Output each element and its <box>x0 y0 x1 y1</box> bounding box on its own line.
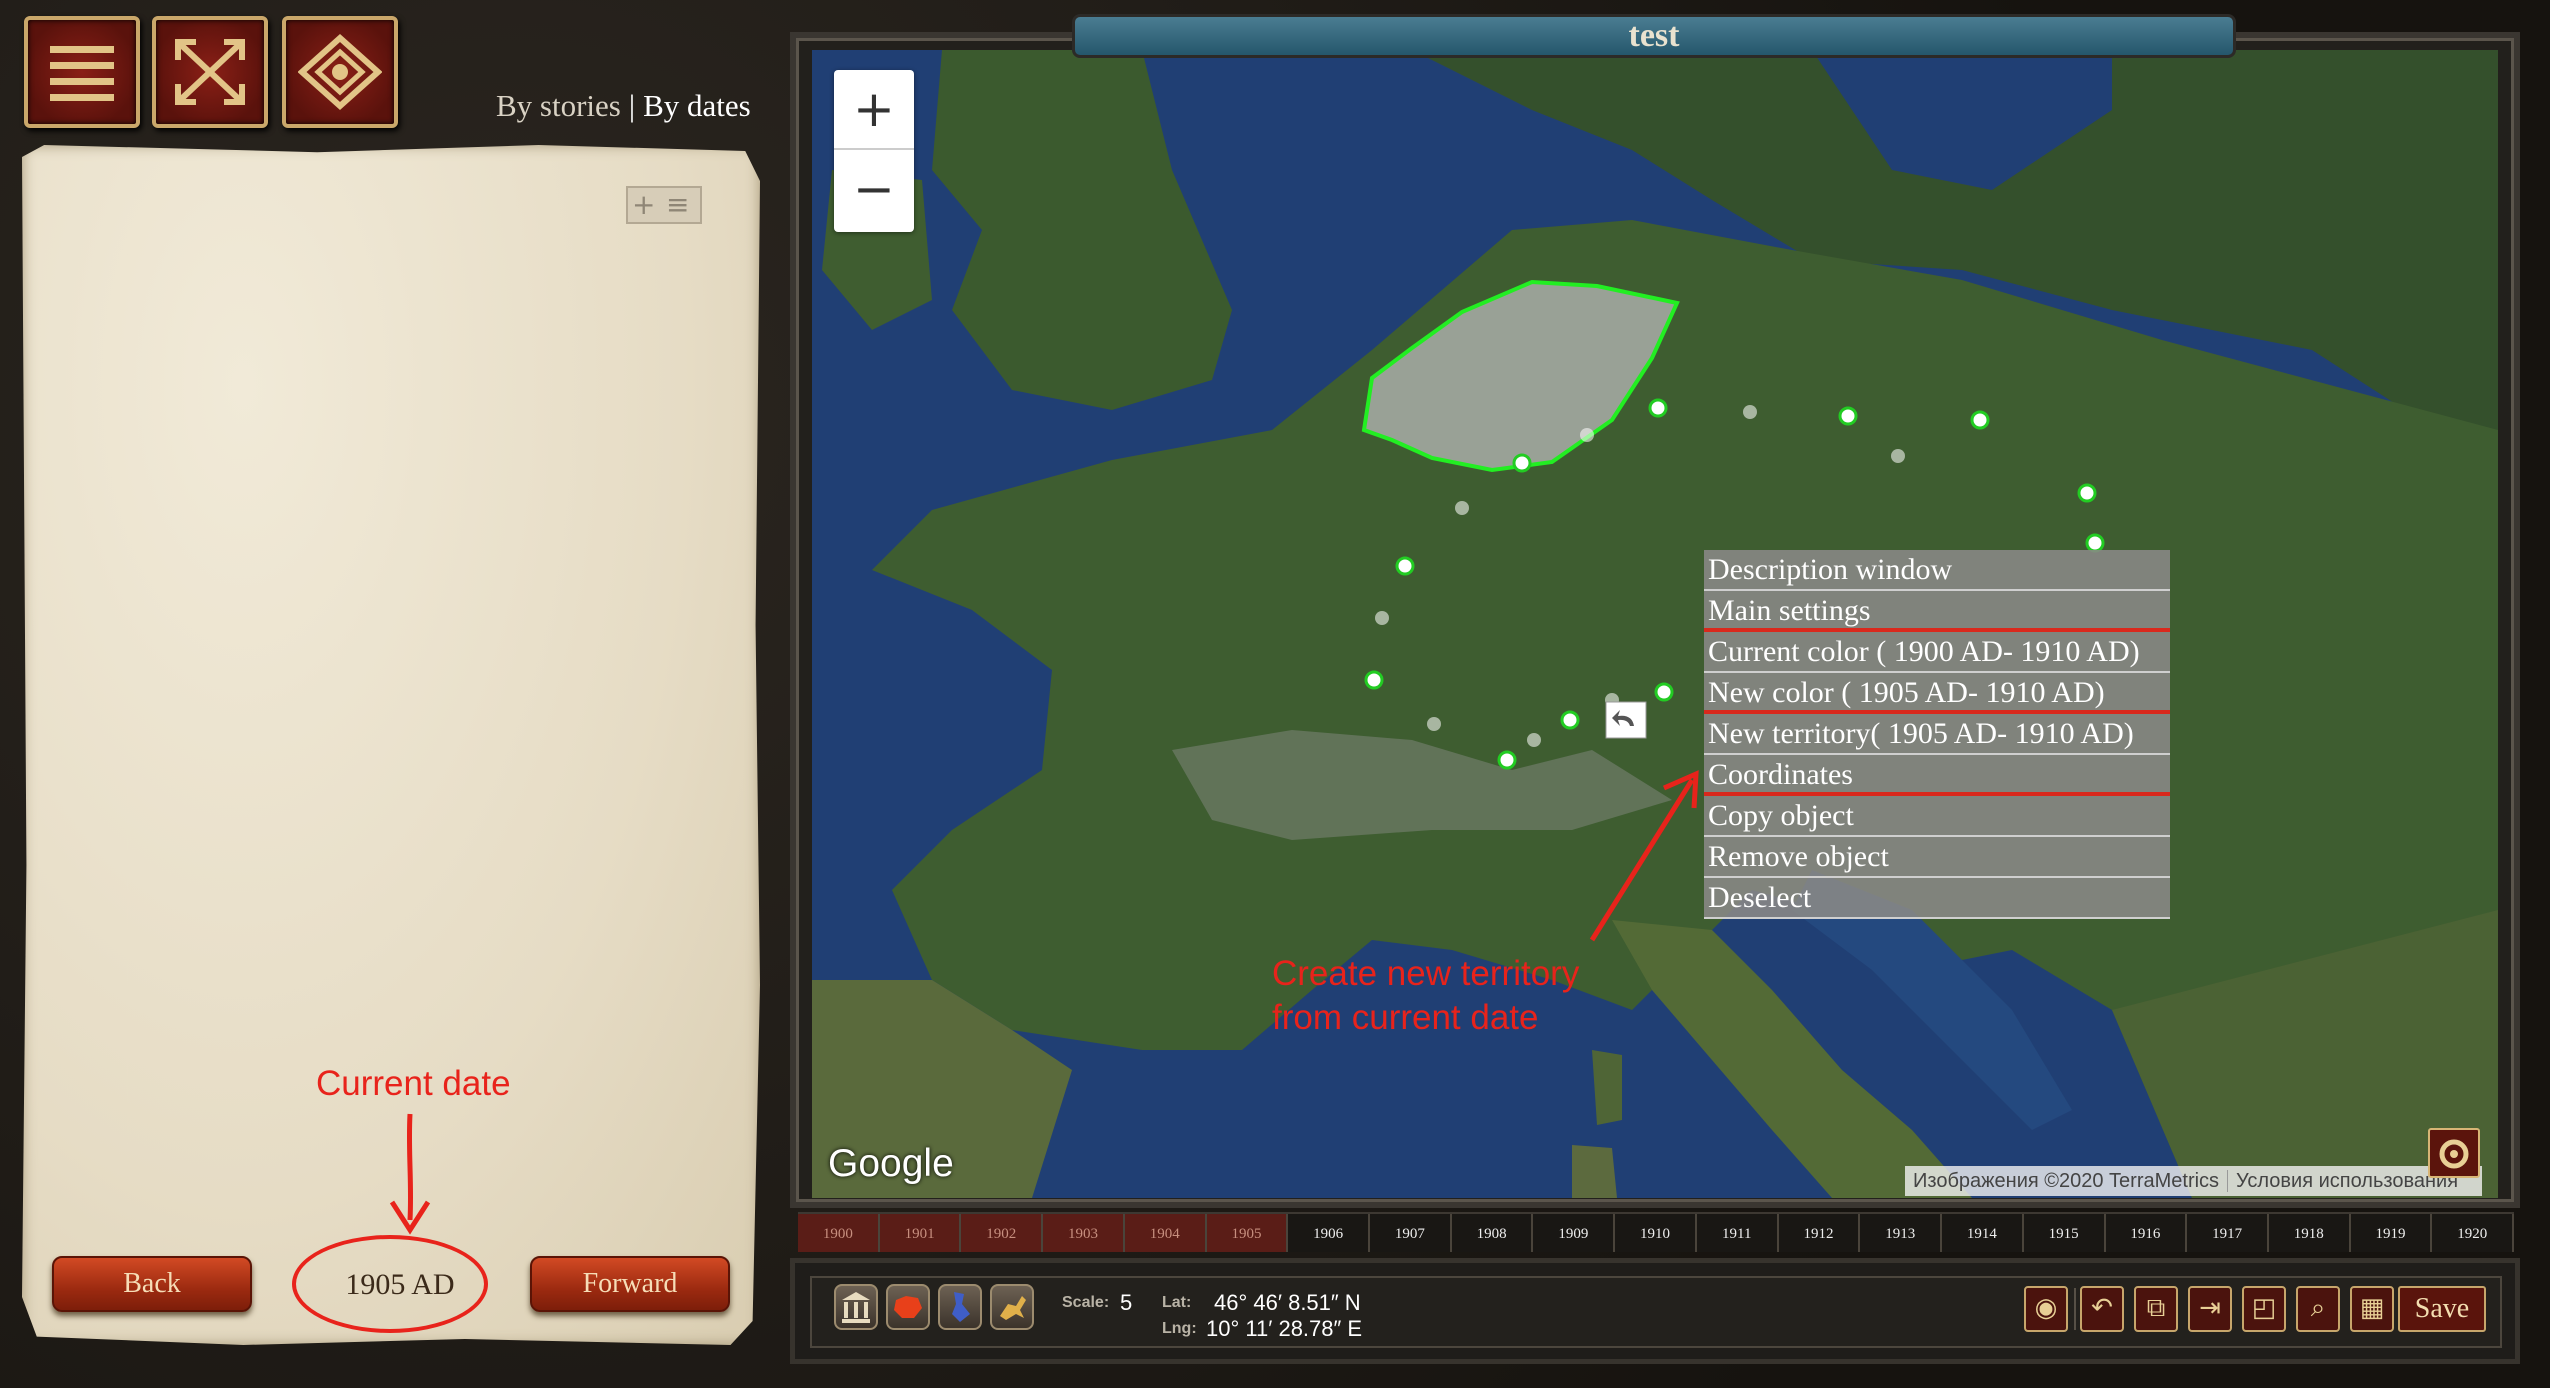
scale-label: Scale: <box>1062 1294 1110 1311</box>
undo-icon[interactable]: ↶ <box>2080 1286 2124 1332</box>
target-icon[interactable]: ◉ <box>2024 1286 2068 1332</box>
back-button[interactable]: Back <box>52 1256 252 1312</box>
menu-item-new-territory[interactable]: New territory( 1905 AD- 1910 AD) <box>1704 714 2170 755</box>
import-icon[interactable]: ⇥ <box>2188 1286 2232 1332</box>
map-settings-button[interactable] <box>2428 1128 2480 1178</box>
museum-icon[interactable] <box>834 1284 878 1330</box>
timeline-year[interactable]: 1902 <box>961 1214 1044 1252</box>
timeline-year[interactable]: 1908 <box>1452 1214 1534 1252</box>
annotation-date-circle <box>292 1235 488 1333</box>
google-logo: Google <box>828 1142 954 1185</box>
zoom-control: + − <box>834 70 914 232</box>
territory-polygon-layer[interactable] <box>812 50 2498 1198</box>
menu-item-description-window[interactable]: Description window <box>1704 550 2170 591</box>
annotation-new-territory: Create new territory from current date <box>1272 952 1579 1040</box>
menu-item-remove-object[interactable]: Remove object <box>1704 837 2170 878</box>
eye-icon <box>298 33 382 111</box>
timeline-year[interactable]: 1906 <box>1288 1214 1371 1252</box>
toolbar-separator <box>2074 1288 2076 1330</box>
by-stories-link[interactable]: By stories <box>496 88 621 123</box>
timeline-year[interactable]: 1905 <box>1206 1214 1289 1252</box>
map-attribution: Изображения ©2020 TerraMetrics Условия ис… <box>1905 1166 2482 1196</box>
timeline-year[interactable]: 1915 <box>2024 1214 2106 1252</box>
annotation-current-date: Current date <box>316 1064 511 1103</box>
menu-item-copy-object[interactable]: Copy object <box>1704 796 2170 837</box>
annotation-arrow-down <box>389 1113 431 1235</box>
menu-item-deselect[interactable]: Deselect <box>1704 878 2170 919</box>
menu-icon <box>50 46 114 101</box>
fullscreen-button[interactable] <box>152 16 268 128</box>
territory-icon[interactable] <box>886 1284 930 1330</box>
timeline-year[interactable]: 1911 <box>1697 1214 1779 1252</box>
battle-icon[interactable] <box>990 1284 1034 1330</box>
timeline-year[interactable]: 1910 <box>1615 1214 1697 1252</box>
timeline-year[interactable]: 1917 <box>2187 1214 2269 1252</box>
menu-item-new-color[interactable]: New color ( 1905 AD- 1910 AD) <box>1704 673 2170 714</box>
frame-icon[interactable]: ◰ <box>2242 1286 2286 1332</box>
timeline-year[interactable]: 1919 <box>2351 1214 2433 1252</box>
gear-icon <box>2439 1139 2469 1169</box>
timeline: 1900 1901 1902 1903 1904 1905 1906 1907 1908 1909… <box>798 1212 2515 1252</box>
timeline-year[interactable]: 1914 <box>1942 1214 2024 1252</box>
grid-icon[interactable]: ▦ <box>2350 1286 2394 1332</box>
lat-value: 46° 46′ 8.51″ N <box>1214 1290 1361 1315</box>
lat-label: Lat: <box>1162 1294 1192 1311</box>
timeline-year[interactable]: 1912 <box>1779 1214 1861 1252</box>
lng-label: Lng: <box>1162 1320 1197 1337</box>
timeline-year[interactable]: 1918 <box>2269 1214 2351 1252</box>
map-canvas[interactable] <box>812 50 2498 1198</box>
context-menu: Description window Main settings Current… <box>1704 550 2170 919</box>
menu-item-coordinates[interactable]: Coordinates <box>1704 755 2170 796</box>
by-dates-link[interactable]: By dates <box>643 88 751 123</box>
zoom-in-button[interactable]: + <box>834 70 914 150</box>
zoom-out-button[interactable]: − <box>834 150 914 230</box>
timeline-year[interactable]: 1907 <box>1370 1214 1452 1252</box>
undo-vertex-icon[interactable] <box>1605 701 1647 739</box>
search-icon[interactable]: ⌕ <box>2296 1286 2340 1332</box>
timeline-year[interactable]: 1900 <box>798 1214 880 1252</box>
timeline-year[interactable]: 1909 <box>1533 1214 1616 1252</box>
lng-value: 10° 11′ 28.78″ E <box>1206 1316 1363 1341</box>
menu-item-current-color[interactable]: Current color ( 1900 AD- 1910 AD) <box>1704 632 2170 673</box>
view-button[interactable] <box>282 16 398 128</box>
add-list-icon[interactable]: + ≡ <box>626 186 702 224</box>
layers-icon[interactable]: ⧉ <box>2134 1286 2178 1332</box>
menu-item-main-settings[interactable]: Main settings <box>1704 591 2170 632</box>
forward-button[interactable]: Forward <box>530 1256 730 1312</box>
attribution-imagery: Изображения ©2020 TerraMetrics <box>1913 1170 2220 1192</box>
nav-separator: | <box>628 88 636 123</box>
annotation-line-2: from current date <box>1272 998 1539 1037</box>
annotation-line-1: Create new territory <box>1272 954 1580 993</box>
save-button[interactable]: Save <box>2398 1286 2486 1332</box>
timeline-year[interactable]: 1920 <box>2432 1214 2515 1252</box>
map-title: test <box>1072 14 2236 58</box>
territory-polygon[interactable] <box>1361 279 1680 473</box>
fullscreen-icon <box>175 39 245 105</box>
timeline-year[interactable]: 1903 <box>1043 1214 1125 1252</box>
menu-button[interactable] <box>24 16 140 128</box>
view-mode-links: By stories | By dates <box>496 88 751 124</box>
scale-value: 5 <box>1120 1290 1133 1315</box>
timeline-year[interactable]: 1913 <box>1860 1214 1943 1252</box>
timeline-year[interactable]: 1904 <box>1124 1214 1207 1252</box>
region-icon[interactable] <box>938 1284 982 1330</box>
timeline-year[interactable]: 1901 <box>879 1214 962 1252</box>
timeline-year[interactable]: 1916 <box>2106 1214 2188 1252</box>
annotation-arrow-up <box>1589 770 1699 942</box>
